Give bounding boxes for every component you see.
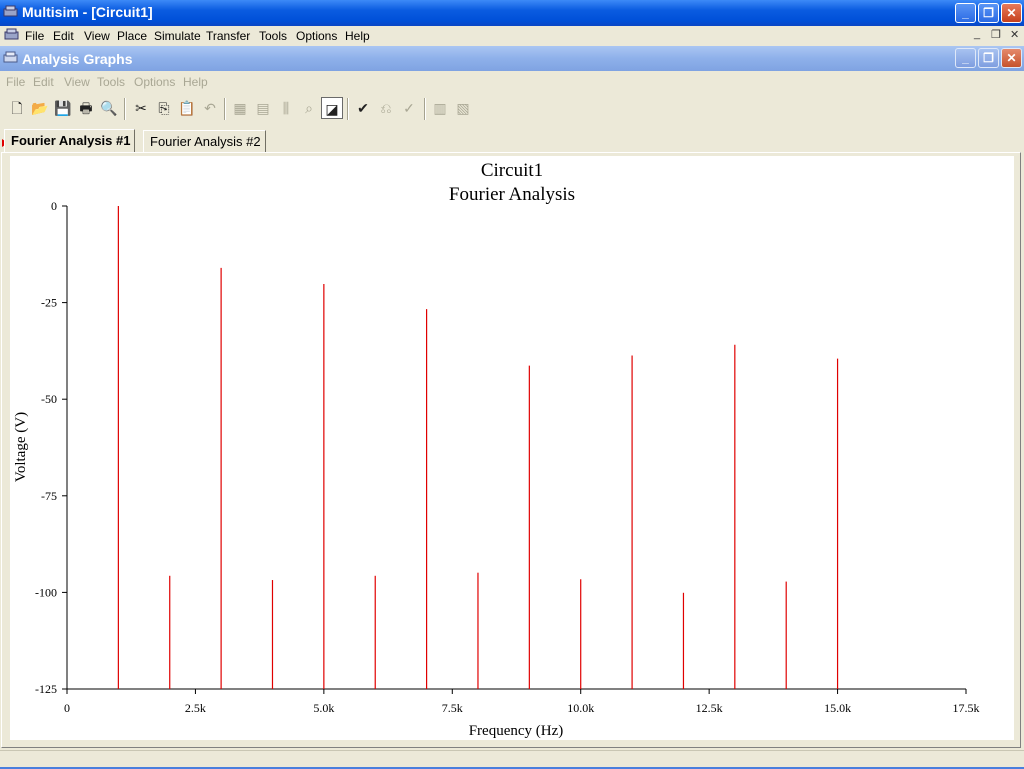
fourier-chart: Circuit1 Fourier Analysis Frequency (Hz)… [13, 160, 980, 739]
menu-place[interactable]: Place [117, 29, 147, 43]
reverse-colors-icon[interactable]: ◪ [321, 97, 343, 119]
y-tick-label: -50 [41, 392, 57, 406]
graphs-menu-options[interactable]: Options [134, 75, 175, 89]
menu-view[interactable]: View [84, 29, 110, 43]
chart-subtitle: Fourier Analysis [449, 184, 575, 205]
print-preview-icon[interactable]: 🔍 [98, 97, 120, 119]
print-icon[interactable]: 🖶 [75, 97, 97, 119]
x-tick-label: 10.0k [567, 701, 594, 715]
export-mathcad-icon[interactable]: ▧ [452, 97, 474, 119]
toolbar-separator [224, 98, 226, 120]
save-icon[interactable]: 💾 [52, 97, 74, 119]
overlay-traces-icon[interactable]: ⎌ [375, 97, 397, 119]
select-marks-icon[interactable]: ✓ [398, 97, 420, 119]
new-icon[interactable]: 🗋 [6, 97, 28, 119]
cut-icon[interactable]: ✂ [130, 97, 152, 119]
y-tick-label: -100 [35, 585, 57, 599]
y-tick-label: -75 [41, 489, 57, 503]
window-title: Multisim - [Circuit1] [22, 4, 153, 20]
menu-transfer[interactable]: Transfer [206, 29, 250, 43]
y-tick-label: -25 [41, 296, 57, 310]
x-tick-label: 17.5k [953, 701, 980, 715]
menu-help[interactable]: Help [345, 29, 370, 43]
menu-options[interactable]: Options [296, 29, 337, 43]
document-icon[interactable] [4, 28, 19, 42]
graphs-restore-button[interactable]: ❐ [978, 48, 999, 68]
tab-label: Fourier Analysis #1 [11, 133, 131, 148]
chart-title: Circuit1 [481, 160, 543, 181]
tab-fourier-analysis-2[interactable]: Fourier Analysis #2 [143, 130, 266, 152]
properties-icon[interactable]: ✔ [352, 97, 374, 119]
tab-fourier-analysis-1[interactable]: Fourier Analysis #1 [4, 129, 136, 153]
graphs-close-button[interactable]: ✕ [1001, 48, 1022, 68]
toolbar-separator [124, 98, 126, 120]
cursors-icon[interactable]: ⫼ [275, 97, 297, 119]
x-tick-label: 0 [64, 701, 70, 715]
multisim-app-icon[interactable] [3, 5, 18, 19]
legend-icon[interactable]: ▤ [252, 97, 274, 119]
x-tick-label: 12.5k [696, 701, 723, 715]
x-tick-label: 5.0k [313, 701, 334, 715]
close-button[interactable]: ✕ [1001, 3, 1022, 23]
menu-tools[interactable]: Tools [259, 29, 287, 43]
y-axis-label: Voltage (V) [13, 412, 29, 482]
minimize-button[interactable]: _ [955, 3, 976, 23]
menu-file[interactable]: File [25, 29, 44, 43]
menu-simulate[interactable]: Simulate [154, 29, 201, 43]
analysis-graphs-title: Analysis Graphs [22, 51, 133, 67]
export-excel-icon[interactable]: ▥ [429, 97, 451, 119]
menu-edit[interactable]: Edit [53, 29, 74, 43]
y-tick-label: -125 [35, 682, 57, 696]
open-icon[interactable]: 📂 [29, 97, 51, 119]
x-tick-label: 2.5k [185, 701, 206, 715]
graphs-menu-edit[interactable]: Edit [33, 75, 54, 89]
graphs-toolbar: 🗋 📂 💾 🖶 🔍 ✂ ⎘ 📋 ↶ ▦ ▤ ⫼ ⌕ ◪ ✔ ⎌ ✓ ▥ ▧ [0, 94, 1024, 126]
analysis-graphs-titlebar: Analysis Graphs _ ❐ ✕ [0, 46, 1024, 71]
analysis-graphs-icon[interactable] [3, 51, 18, 65]
menu-bar: File Edit View Place Simulate Transfer T… [0, 26, 1024, 46]
toolbar-separator [347, 98, 349, 120]
graph-panel[interactable]: Circuit1 Fourier Analysis Frequency (Hz)… [10, 156, 1014, 740]
graphs-menu-file[interactable]: File [6, 75, 25, 89]
graphs-minimize-button[interactable]: _ [955, 48, 976, 68]
grid-icon[interactable]: ▦ [229, 97, 251, 119]
mdi-restore-icon[interactable]: ❐ [991, 28, 1001, 41]
x-axis-label: Frequency (Hz) [469, 723, 564, 739]
tab-strip: Fourier Analysis #1 Fourier Analysis #2 [0, 129, 1024, 153]
graphs-menu-view[interactable]: View [64, 75, 90, 89]
undo-icon[interactable]: ↶ [199, 97, 221, 119]
graphs-menu-tools[interactable]: Tools [97, 75, 125, 89]
paste-icon[interactable]: 📋 [176, 97, 198, 119]
tab-label: Fourier Analysis #2 [150, 134, 261, 149]
copy-icon[interactable]: ⎘ [153, 97, 175, 119]
mdi-minimize-icon[interactable]: _ [974, 28, 980, 40]
mdi-close-icon[interactable]: ✕ [1010, 28, 1019, 41]
graphs-menu-help[interactable]: Help [183, 75, 208, 89]
zoom-out-icon[interactable]: ⌕ [298, 97, 320, 119]
x-tick-label: 7.5k [442, 701, 463, 715]
graphs-menu-bar: File Edit View Tools Options Help [0, 71, 1024, 91]
status-bar [0, 750, 1024, 769]
toolbar-separator [424, 98, 426, 120]
x-tick-label: 15.0k [824, 701, 851, 715]
title-bar: Multisim - [Circuit1] _ ❐ ✕ [0, 0, 1024, 26]
restore-button[interactable]: ❐ [978, 3, 999, 23]
y-tick-label: 0 [51, 199, 57, 213]
